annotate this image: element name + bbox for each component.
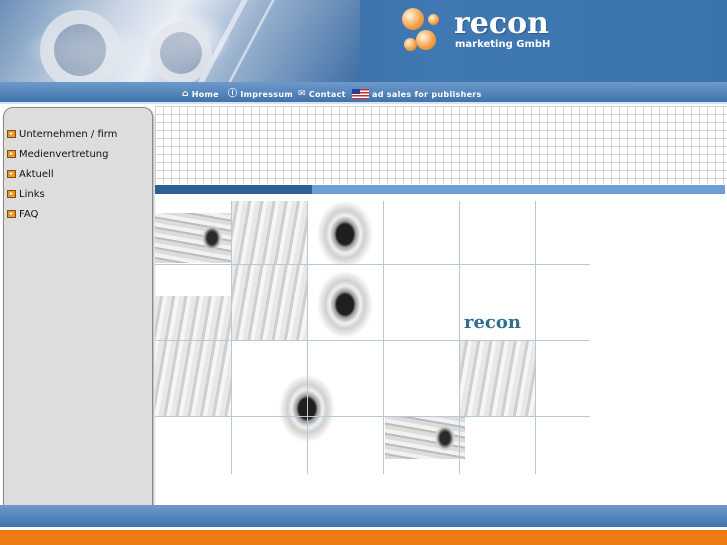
- arrow-right-icon: ▸: [7, 150, 16, 158]
- arrow-right-icon: ▸: [7, 210, 16, 218]
- info-icon: ⓘ: [228, 88, 238, 99]
- mosaic-tile: [231, 265, 307, 341]
- logo-dots-icon: [402, 8, 448, 56]
- arrow-right-icon: ▸: [7, 130, 16, 138]
- nav-home-label: Home: [191, 89, 219, 99]
- site-logo-subtitle: marketing GmbH: [455, 39, 551, 50]
- nav-contact[interactable]: ✉ Contact: [298, 87, 346, 101]
- sidebar-item-medienvertretung[interactable]: ▸ Medienvertretung: [7, 147, 109, 161]
- grid-pattern-strip: [155, 106, 727, 184]
- mosaic-tile: [155, 213, 231, 263]
- sidebar-item-label: Unternehmen / firm: [19, 128, 118, 140]
- divider-bar-accent: [155, 185, 312, 194]
- recon-logo-mark: recon: [464, 312, 521, 333]
- sidebar-item-aktuell[interactable]: ▸ Aktuell: [7, 167, 54, 181]
- newspaper-mosaic-image: [155, 201, 590, 474]
- mosaic-tile: [155, 296, 231, 416]
- nav-ad-sales-label: ad sales for publishers: [372, 89, 482, 99]
- nav-impressum[interactable]: ⓘ Impressum: [228, 87, 293, 101]
- sidebar-item-label: Aktuell: [19, 168, 54, 180]
- arrow-right-icon: ▸: [7, 190, 16, 198]
- us-flag-icon: [352, 89, 369, 99]
- sidebar-item-faq[interactable]: ▸ FAQ: [7, 207, 38, 221]
- mosaic-tile: [231, 201, 307, 265]
- sidebar: ▸ Unternehmen / firm ▸ Medienvertretung …: [3, 107, 153, 540]
- mosaic-tile: [307, 201, 383, 265]
- sidebar-item-unternehmen[interactable]: ▸ Unternehmen / firm: [7, 127, 117, 141]
- sidebar-item-label: Links: [19, 188, 45, 200]
- top-navigation: ⌂ Home ⓘ Impressum ✉ Contact ad sales fo…: [0, 82, 727, 104]
- newspaper-banner-image: [0, 0, 360, 82]
- mosaic-tile: [460, 341, 536, 417]
- footer-accent-bar: [0, 530, 727, 545]
- nav-impressum-label: Impressum: [240, 89, 293, 99]
- envelope-icon: ✉: [298, 88, 306, 99]
- header-banner: recon marketing GmbH: [0, 0, 727, 82]
- sidebar-item-label: Medienvertretung: [19, 148, 109, 160]
- home-icon: ⌂: [182, 88, 189, 99]
- footer-bar: [0, 505, 727, 527]
- sidebar-item-links[interactable]: ▸ Links: [7, 187, 45, 201]
- nav-contact-label: Contact: [308, 89, 346, 99]
- nav-home[interactable]: ⌂ Home: [182, 87, 219, 101]
- nav-ad-sales[interactable]: ad sales for publishers: [352, 87, 482, 101]
- mosaic-tile: [307, 265, 383, 341]
- arrow-right-icon: ▸: [7, 170, 16, 178]
- site-logo[interactable]: recon: [454, 6, 549, 41]
- sidebar-item-label: FAQ: [19, 208, 39, 220]
- mosaic-tile: [385, 417, 465, 459]
